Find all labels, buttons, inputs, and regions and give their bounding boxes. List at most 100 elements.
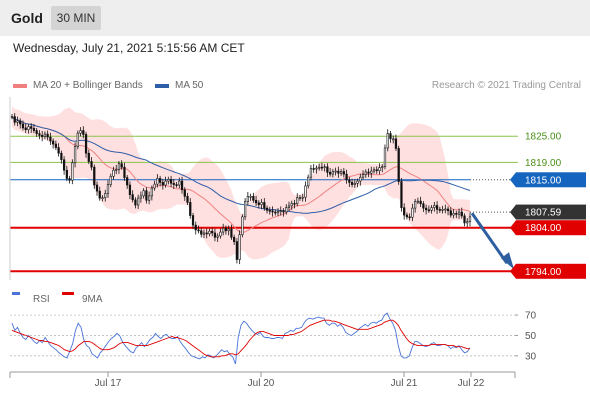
candle-body <box>90 161 93 168</box>
candle-body <box>293 203 296 205</box>
candle-body <box>73 146 77 164</box>
rsi-tick-label: 30 <box>525 351 537 362</box>
candle-body <box>115 169 118 171</box>
candle-body <box>323 166 326 169</box>
level-label: 1819.00 <box>525 158 562 169</box>
candle-body <box>186 196 189 203</box>
candle-body <box>54 143 57 148</box>
candle-body <box>205 232 208 235</box>
candle-body <box>304 185 307 198</box>
level-badge-pointer <box>510 172 516 188</box>
candle-body <box>30 126 33 129</box>
candle-body <box>13 116 16 123</box>
candle-body <box>318 166 321 169</box>
candle-body <box>82 130 85 135</box>
level-label: 1815.00 <box>525 175 562 186</box>
candle-body <box>441 209 444 211</box>
candle-body <box>172 182 175 185</box>
candle-body <box>279 210 282 213</box>
candle-body <box>134 199 137 206</box>
candle-body <box>271 210 274 213</box>
candle-body <box>331 171 334 175</box>
candle-body <box>367 171 370 174</box>
candle-body <box>139 195 143 199</box>
candle-body <box>359 176 362 182</box>
x-tick-label: Jul 21 <box>391 378 418 389</box>
candle-body <box>178 180 181 186</box>
candle-body <box>315 167 318 170</box>
level-label: 1825.00 <box>525 132 562 143</box>
candle-body <box>126 177 129 186</box>
candle-body <box>164 180 167 186</box>
candle-body <box>466 221 469 224</box>
candle-body <box>348 179 351 183</box>
rsi-label: RSI <box>33 294 50 305</box>
candle-body <box>392 138 395 141</box>
candle-body <box>381 166 384 169</box>
level-label: 1807.59 <box>525 208 562 219</box>
candle-body <box>260 202 263 205</box>
candle-body <box>408 216 411 219</box>
candle-body <box>320 166 324 169</box>
forecast-arrow-head <box>501 252 514 270</box>
candle-body <box>452 213 455 216</box>
candle-body <box>35 130 38 134</box>
level-label: 1804.00 <box>525 223 562 234</box>
candle-body <box>10 116 14 118</box>
candle-body <box>455 213 458 215</box>
candle-body <box>216 235 219 238</box>
candle-body <box>213 232 217 238</box>
candle-body <box>246 196 249 202</box>
candle-body <box>378 167 381 171</box>
price-chart: 1825.00 1819.00 1815.00 1807.59 1804.00 1794.… <box>9 97 586 389</box>
x-tick-label: Jul 20 <box>248 378 275 389</box>
candle-body <box>342 171 345 175</box>
rsi-ma-swatch <box>62 292 74 295</box>
candle-body <box>364 171 367 175</box>
candle-body <box>180 180 184 191</box>
candle-body <box>227 228 230 232</box>
candle-body <box>400 181 403 208</box>
candle-body <box>287 205 291 208</box>
candle-body <box>444 208 447 211</box>
rsi-tick-label: 50 <box>525 331 537 342</box>
candle-body <box>123 166 126 178</box>
candle-body <box>298 197 302 199</box>
candle-body <box>427 209 430 212</box>
candle-body <box>353 182 356 185</box>
candle-body <box>106 184 110 194</box>
candle-body <box>46 133 49 138</box>
candle-body <box>249 196 252 198</box>
candle-body <box>156 178 159 185</box>
candle-body <box>460 211 463 217</box>
candle-body <box>131 194 134 201</box>
candle-body <box>285 207 288 213</box>
candle-body <box>109 176 112 185</box>
candle-body <box>43 133 47 137</box>
candle-body <box>435 205 439 210</box>
candle-body <box>422 203 425 209</box>
candle-body <box>265 207 269 211</box>
candle-body <box>290 203 293 207</box>
candle-body <box>416 200 420 203</box>
candle-body <box>93 166 96 186</box>
candle-body <box>414 201 417 209</box>
candle-body <box>263 202 266 209</box>
candle-body <box>65 169 68 179</box>
candle-body <box>254 199 258 204</box>
candle-body <box>200 230 203 235</box>
candle-body <box>57 147 60 154</box>
candle-body <box>84 134 88 154</box>
candle-body <box>49 136 52 142</box>
candle-body <box>191 215 195 226</box>
candle-body <box>252 196 255 201</box>
candle-body <box>274 211 277 214</box>
candle-body <box>194 224 197 231</box>
rsi-swatch <box>12 292 20 295</box>
candle-body <box>148 195 151 201</box>
candle-body <box>145 190 148 201</box>
candle-body <box>301 196 304 199</box>
candle-body <box>257 202 260 205</box>
candle-body <box>230 228 233 238</box>
candle-body <box>16 120 19 123</box>
